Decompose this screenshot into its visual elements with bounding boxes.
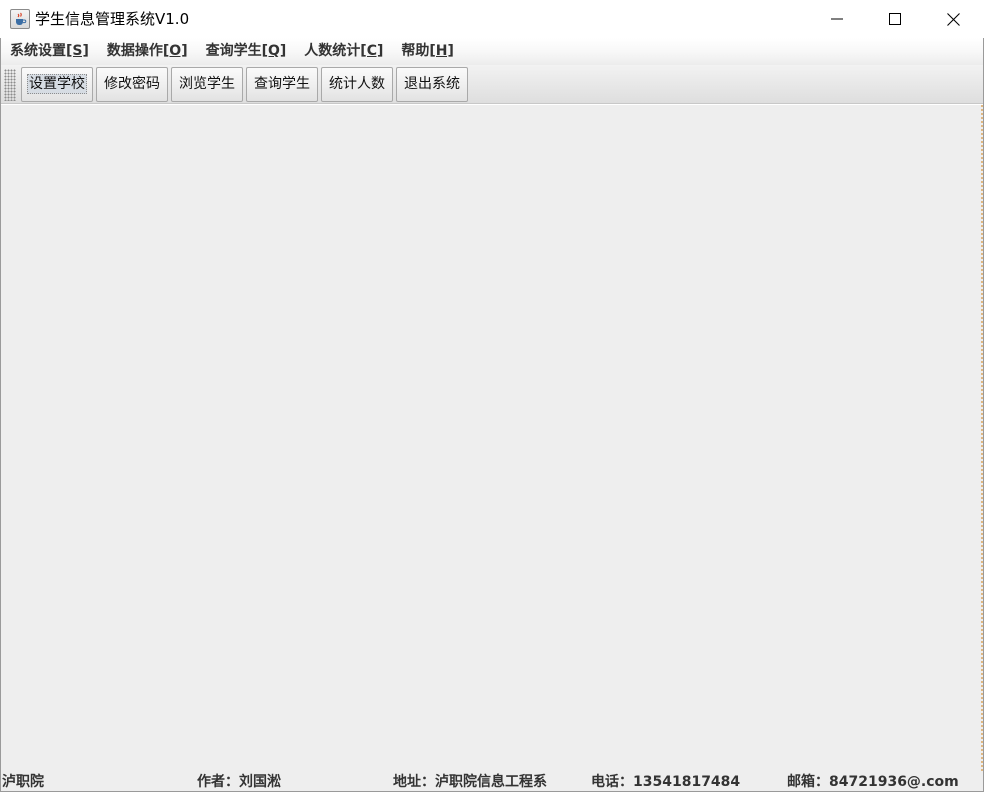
menu-data-operations[interactable]: 数据操作[O] [98, 38, 197, 65]
status-author: 作者：刘国淞 [197, 774, 281, 790]
menu-label: 帮助 [401, 43, 430, 59]
menu-mnemonic: [O] [162, 43, 188, 59]
toolbar-drag-handle[interactable] [4, 69, 16, 101]
browse-students-button[interactable]: 浏览学生 [171, 67, 243, 102]
close-button[interactable] [924, 0, 982, 38]
menu-mnemonic: [H] [429, 43, 454, 59]
status-org: 泸职院 [2, 774, 44, 790]
button-label: 修改密码 [104, 76, 160, 92]
title-bar[interactable]: 学生信息管理系统V1.0 [0, 0, 984, 38]
button-label: 统计人数 [329, 76, 385, 92]
java-cup-icon [10, 9, 30, 29]
set-school-button[interactable]: 设置学校 [21, 67, 93, 102]
query-students-button[interactable]: 查询学生 [246, 67, 318, 102]
maximize-button[interactable] [866, 0, 924, 38]
menu-label: 查询学生 [205, 43, 262, 59]
status-bar: 泸职院 作者：刘国淞 地址：泸职院信息工程系 电话：13541817484 邮箱… [1, 771, 983, 791]
menu-bar: 系统设置[S] 数据操作[O] 查询学生[Q] 人数统计[C] 帮助[H] [1, 38, 983, 65]
status-email: 邮箱：84721936@.com [787, 774, 959, 790]
close-icon [946, 12, 960, 26]
window-border-left [0, 38, 1, 792]
status-address: 地址：泸职院信息工程系 [393, 774, 547, 790]
button-label: 设置学校 [27, 74, 87, 94]
button-label: 浏览学生 [179, 76, 235, 92]
menu-label: 数据操作 [106, 43, 163, 59]
toolbar: 设置学校 修改密码 浏览学生 查询学生 统计人数 退出系统 [1, 65, 983, 104]
menu-mnemonic: [S] [66, 43, 89, 59]
main-content-area [1, 105, 983, 771]
change-password-button[interactable]: 修改密码 [96, 67, 168, 102]
menu-label: 人数统计 [304, 43, 361, 59]
menu-mnemonic: [C] [360, 43, 384, 59]
minimize-button[interactable] [808, 0, 866, 38]
button-label: 查询学生 [254, 76, 310, 92]
menu-label: 系统设置 [10, 43, 66, 59]
menu-mnemonic: [Q] [261, 43, 287, 59]
menu-system-settings[interactable]: 系统设置[S] [1, 38, 98, 65]
menu-query-students[interactable]: 查询学生[Q] [197, 38, 296, 65]
window-title: 学生信息管理系统V1.0 [35, 10, 190, 28]
maximize-icon [889, 13, 901, 25]
button-label: 退出系统 [404, 76, 460, 92]
minimize-icon [831, 18, 843, 20]
status-phone: 电话：13541817484 [591, 774, 741, 790]
menu-help[interactable]: 帮助[H] [392, 38, 463, 65]
exit-system-button[interactable]: 退出系统 [396, 67, 468, 102]
menu-count-statistics[interactable]: 人数统计[C] [295, 38, 392, 65]
count-students-button[interactable]: 统计人数 [321, 67, 393, 102]
